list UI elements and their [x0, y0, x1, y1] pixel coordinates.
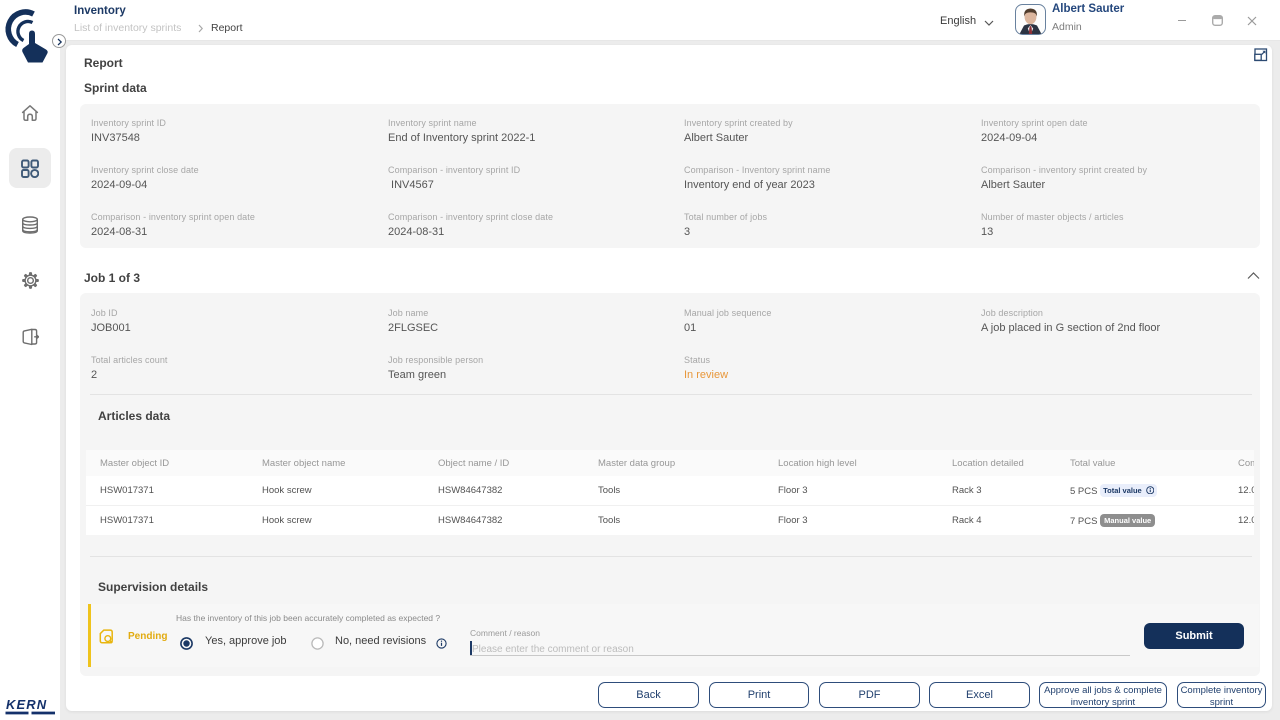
svg-text:KERN: KERN — [6, 697, 47, 712]
